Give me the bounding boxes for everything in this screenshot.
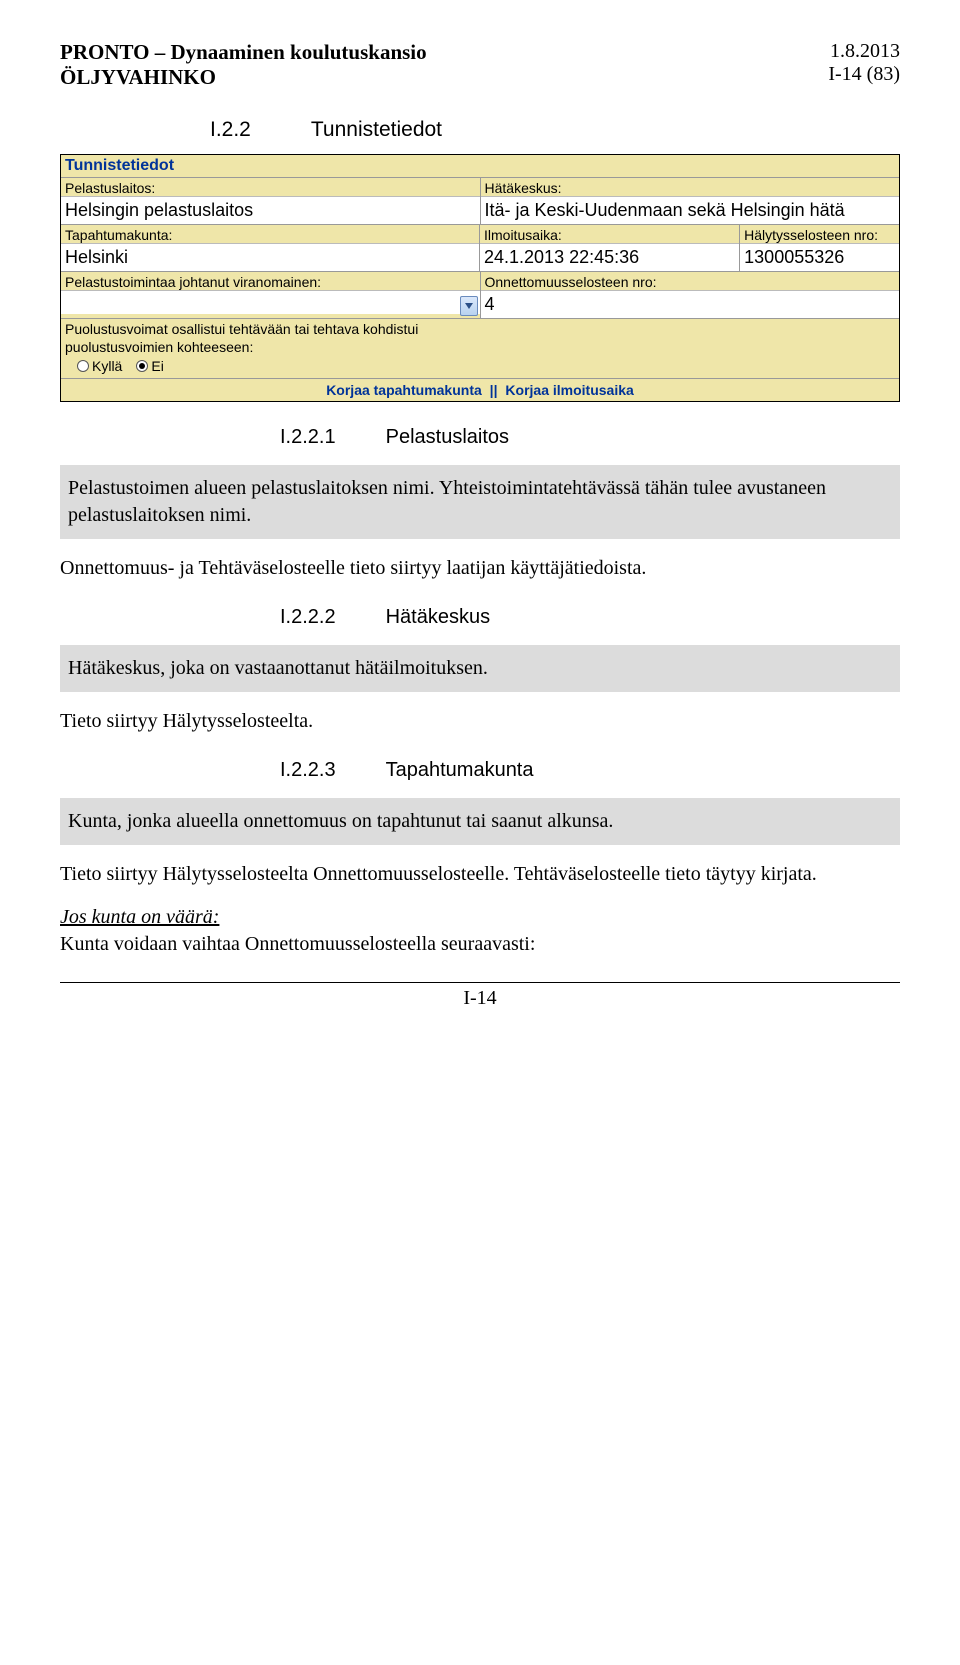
- label-tapahtumakunta: Tapahtumakunta:: [61, 225, 479, 243]
- doc-title-line1: PRONTO – Dynaaminen koulutuskansio: [60, 40, 427, 65]
- link-korjaa-tapahtumakunta[interactable]: Korjaa tapahtumakunta: [324, 382, 484, 398]
- radio-icon-selected: [136, 360, 148, 372]
- radio-kylla-label: Kyllä: [92, 358, 122, 374]
- link-korjaa-ilmoitusaika[interactable]: Korjaa ilmoitusaika: [503, 382, 635, 398]
- radio-icon: [77, 360, 89, 372]
- label-ilmoitusaika: Ilmoitusaika:: [480, 225, 739, 243]
- radio-group-puolustusvoimat: Kyllä Ei: [61, 356, 899, 378]
- sub-number: I.2.2.1: [280, 426, 336, 449]
- field-pelastuslaitos[interactable]: Helsingin pelastuslaitos: [61, 196, 480, 224]
- form-action-links: Korjaa tapahtumakunta || Korjaa ilmoitus…: [61, 379, 899, 401]
- paragraph: Tieto siirtyy Hälytysselosteelta.: [60, 708, 900, 735]
- info-box-tapahtumakunta: Kunta, jonka alueella onnettomuus on tap…: [60, 798, 900, 845]
- emphasis-text: Jos kunta on väärä:: [60, 906, 219, 928]
- paragraph-kunta-vaara: Jos kunta on väärä: Kunta voidaan vaihta…: [60, 904, 900, 958]
- link-separator: ||: [488, 382, 500, 398]
- doc-title-line2: ÖLJYVAHINKO: [60, 65, 427, 90]
- label-halytysselosteen-nro: Hälytysselosteen nro:: [740, 225, 899, 243]
- sub-number: I.2.2.3: [280, 759, 336, 782]
- chevron-down-icon: [465, 303, 473, 309]
- field-hatakeskus[interactable]: Itä- ja Keski-Uudenmaan sekä Helsingin h…: [481, 196, 900, 224]
- doc-title: PRONTO – Dynaaminen koulutuskansio ÖLJYV…: [60, 40, 427, 90]
- dropdown-button[interactable]: [460, 296, 478, 316]
- info-box-pelastuslaitos: Pelastustoimen alueen pelastuslaitoksen …: [60, 465, 900, 539]
- label-puolustusvoimat-line2: puolustusvoimien kohteeseen:: [61, 337, 899, 356]
- info-box-hatakeskus: Hätäkeskus, joka on vastaanottanut hätäi…: [60, 645, 900, 692]
- field-tapahtumakunta[interactable]: Helsinki: [61, 243, 479, 271]
- footer-page-number: I-14: [60, 987, 900, 1010]
- section-number: I.2.2: [210, 118, 251, 142]
- subheading-hatakeskus: I.2.2.2 Hätäkeskus: [60, 606, 900, 629]
- field-pelastustoimintaa-johtanut[interactable]: [61, 290, 480, 314]
- page-header: PRONTO – Dynaaminen koulutuskansio ÖLJYV…: [60, 40, 900, 90]
- label-hatakeskus: Hätäkeskus:: [481, 178, 900, 196]
- subheading-tapahtumakunta: I.2.2.3 Tapahtumakunta: [60, 759, 900, 782]
- field-onnettomuusselosteen-nro[interactable]: 4: [481, 290, 900, 318]
- paragraph: Tieto siirtyy Hälytysselosteelta Onnetto…: [60, 861, 900, 888]
- sub-title: Pelastuslaitos: [386, 426, 509, 449]
- doc-page-ref: I-14 (83): [828, 63, 900, 86]
- section-title: Tunnistetiedot: [311, 118, 442, 142]
- paragraph: Onnettomuus- ja Tehtäväselosteelle tieto…: [60, 555, 900, 582]
- radio-kylla[interactable]: Kyllä: [77, 358, 122, 374]
- label-onnettomuusselosteen-nro: Onnettomuusselosteen nro:: [481, 272, 900, 290]
- radio-ei-label: Ei: [151, 358, 163, 374]
- doc-meta: 1.8.2013 I-14 (83): [828, 40, 900, 90]
- radio-ei[interactable]: Ei: [136, 358, 163, 374]
- sub-title: Tapahtumakunta: [386, 759, 534, 782]
- footer-divider: [60, 982, 900, 983]
- sub-number: I.2.2.2: [280, 606, 336, 629]
- label-pelastustoimintaa-johtanut: Pelastustoimintaa johtanut viranomainen:: [61, 272, 480, 290]
- field-ilmoitusaika[interactable]: 24.1.2013 22:45:36: [480, 243, 739, 271]
- doc-date: 1.8.2013: [828, 40, 900, 63]
- section-heading: I.2.2 Tunnistetiedot: [60, 118, 900, 142]
- form-tunnistetiedot: Tunnistetiedot Pelastuslaitos: Helsingin…: [60, 154, 900, 402]
- form-title: Tunnistetiedot: [61, 155, 899, 178]
- sub-title: Hätäkeskus: [386, 606, 491, 629]
- subheading-pelastuslaitos: I.2.2.1 Pelastuslaitos: [60, 426, 900, 449]
- paragraph-text: Kunta voidaan vaihtaa Onnettomuusseloste…: [60, 933, 535, 955]
- field-halytysselosteen-nro[interactable]: 1300055326: [740, 243, 899, 271]
- label-pelastuslaitos: Pelastuslaitos:: [61, 178, 480, 196]
- label-puolustusvoimat-line1: Puolustusvoimat osallistui tehtävään tai…: [61, 319, 899, 337]
